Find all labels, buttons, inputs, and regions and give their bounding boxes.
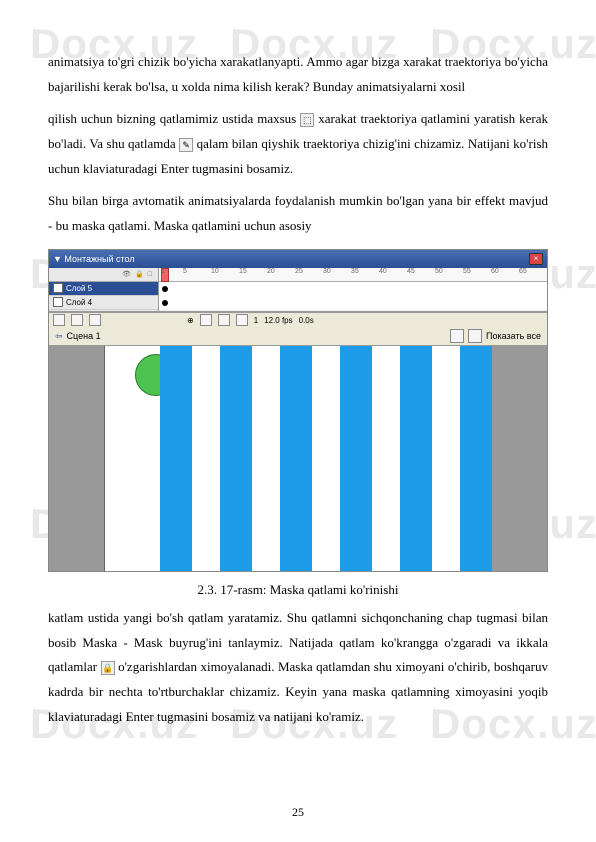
masked-layer-icon: [53, 297, 63, 307]
ruler-tick: 20: [267, 268, 275, 275]
ruler-tick: 25: [295, 268, 303, 275]
keyframe-icon[interactable]: [162, 300, 168, 306]
add-layer-icon[interactable]: [53, 314, 65, 326]
eye-icon[interactable]: 👁: [122, 270, 131, 278]
layers-header: 👁 🔒 □: [49, 268, 158, 282]
flash-screenshot: ▼ Монтажный стол × 👁 🔒 □ Слой 5 Слой 4: [48, 249, 548, 572]
canvas-side-left: [49, 346, 104, 571]
blue-stripe[interactable]: [280, 346, 312, 571]
ruler-numbers: 1 5 10 15 20 25 30 35 40 45 50 55 60 65: [159, 268, 547, 282]
frames-area[interactable]: [159, 282, 547, 310]
layers-panel: 👁 🔒 □ Слой 5 Слой 4: [49, 268, 159, 311]
paragraph-1: animatsiya to'gri chizik bo'yicha xaraka…: [48, 50, 548, 99]
keyframe-icon[interactable]: [162, 286, 168, 292]
delete-layer-icon[interactable]: [89, 314, 101, 326]
back-arrow-icon[interactable]: ⇦: [55, 331, 63, 342]
paragraph-2: qilish uchun bizning qatlamimiz ustida m…: [48, 107, 548, 181]
zoom-select[interactable]: Показать все: [486, 331, 541, 341]
add-folder-icon[interactable]: [71, 314, 83, 326]
blue-stripe[interactable]: [160, 346, 192, 571]
ruler-tick: 45: [407, 268, 415, 275]
ruler-tick: 15: [239, 268, 247, 275]
edit-multiple-icon[interactable]: [236, 314, 248, 326]
current-frame: 1: [254, 316, 258, 325]
layer-row-masked[interactable]: Слой 4: [49, 296, 158, 310]
layer-label: Слой 5: [66, 284, 92, 293]
close-icon[interactable]: ×: [529, 253, 543, 265]
canvas-side-right: [492, 346, 547, 571]
fps-label: 12.0 fps: [264, 316, 292, 325]
text-span: o'zgarishlardan ximoyalanadi. Maska qatl…: [48, 659, 548, 723]
ruler-tick: 1: [161, 268, 165, 275]
blue-stripe[interactable]: [400, 346, 432, 571]
blue-stripe[interactable]: [220, 346, 252, 571]
blue-stripe[interactable]: [460, 346, 492, 571]
figure-caption: 2.3. 17-rasm: Maska qatlami ko'rinishi: [48, 582, 548, 598]
outline-icon[interactable]: □: [148, 270, 152, 278]
ruler-tick: 5: [183, 268, 187, 275]
blue-stripe[interactable]: [340, 346, 372, 571]
canvas-area: [49, 346, 547, 571]
ruler-tick: 60: [491, 268, 499, 275]
onion-skin-icon[interactable]: [200, 314, 212, 326]
ruler-tick: 65: [519, 268, 527, 275]
time-label: 0.0s: [299, 316, 314, 325]
paragraph-4: katlam ustida yangi bo'sh qatlam yaratam…: [48, 606, 548, 729]
ruler-tick: 55: [463, 268, 471, 275]
scene-bar: ⇦ Сцена 1 Показать все: [49, 328, 547, 346]
edit-symbols-icon[interactable]: [468, 329, 482, 343]
text-span: qilish uchun bizning qatlamimiz ustida m…: [48, 111, 300, 126]
stage[interactable]: [104, 346, 492, 571]
ruler-tick: 10: [211, 268, 219, 275]
ruler-tick: 30: [323, 268, 331, 275]
layer-label: Слой 4: [66, 298, 92, 307]
ruler-tick: 35: [351, 268, 359, 275]
onion-outline-icon[interactable]: [218, 314, 230, 326]
center-frame-icon[interactable]: ⊕: [187, 316, 194, 325]
guide-layer-icon: ⬚: [300, 113, 314, 127]
scene-label[interactable]: Сцена 1: [67, 331, 101, 341]
timeline-panel: 👁 🔒 □ Слой 5 Слой 4 1 5 10: [49, 268, 547, 312]
mask-layer-icon: [53, 283, 63, 293]
ruler-tick: 40: [379, 268, 387, 275]
edit-scene-icon[interactable]: [450, 329, 464, 343]
timeline-footer: ⊕ 1 12.0 fps 0.0s: [49, 312, 547, 328]
page-number: 25: [292, 805, 304, 820]
timeline-ruler: 1 5 10 15 20 25 30 35 40 45 50 55 60 65: [159, 268, 547, 311]
lock-icon: 🔒: [101, 661, 115, 675]
paragraph-3: Shu bilan birga avtomatik animatsiyalard…: [48, 189, 548, 238]
layer-row-mask[interactable]: Слой 5: [49, 282, 158, 296]
ruler-tick: 50: [435, 268, 443, 275]
lock-column-icon[interactable]: 🔒: [135, 270, 144, 278]
pencil-icon: ✎: [179, 138, 193, 152]
window-titlebar: ▼ Монтажный стол ×: [49, 250, 547, 268]
window-title: ▼ Монтажный стол: [53, 254, 135, 264]
